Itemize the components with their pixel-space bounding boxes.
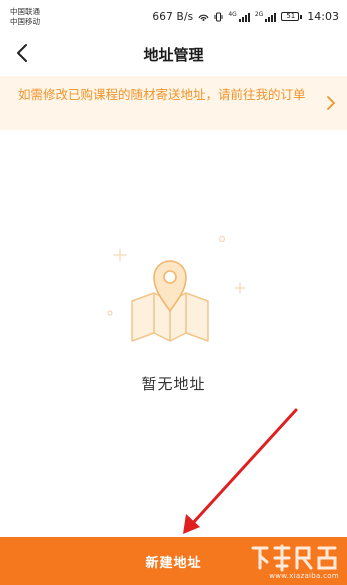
order-notice-banner[interactable]: 如需修改已购课程的随材寄送地址，请前往我的订单 <box>0 76 347 130</box>
network-speed: 667 B/s <box>152 10 194 23</box>
nav-header: 地址管理 <box>0 34 347 74</box>
clock: 14:03 <box>307 10 339 23</box>
battery-level: 51 <box>281 12 300 21</box>
signal-strength-2-icon: 2G <box>254 10 277 22</box>
signal-tag-2: 2G <box>254 10 264 18</box>
notice-text: 如需修改已购课程的随材寄送地址，请前往我的订单 <box>18 87 306 102</box>
watermark-logo: www.xiazaiba.com <box>249 542 341 582</box>
wifi-hotspot-icon <box>198 14 209 21</box>
signal-tag-1: 4G <box>228 10 237 18</box>
carrier-info: 中国联通 中国移动 <box>10 7 40 27</box>
chevron-right-icon <box>327 96 335 110</box>
status-icons: 667 B/s 4G 2G 51 14:03 <box>152 10 339 23</box>
page-title: 地址管理 <box>143 46 204 64</box>
battery-icon: 51 <box>281 12 303 21</box>
empty-state-text: 暂无地址 <box>141 375 206 393</box>
vibrate-icon <box>214 12 223 21</box>
watermark-site: www.xiazaiba.com <box>269 572 339 580</box>
watermark-glyphs-icon <box>251 544 337 572</box>
status-bar: 中国联通 中国移动 667 B/s 4G 2G 51 14:03 <box>0 0 347 34</box>
carrier-1: 中国联通 <box>10 7 40 16</box>
carrier-2: 中国移动 <box>10 17 40 26</box>
signal-strength-1-icon: 4G <box>228 10 250 22</box>
map-pin-icon <box>107 235 246 342</box>
